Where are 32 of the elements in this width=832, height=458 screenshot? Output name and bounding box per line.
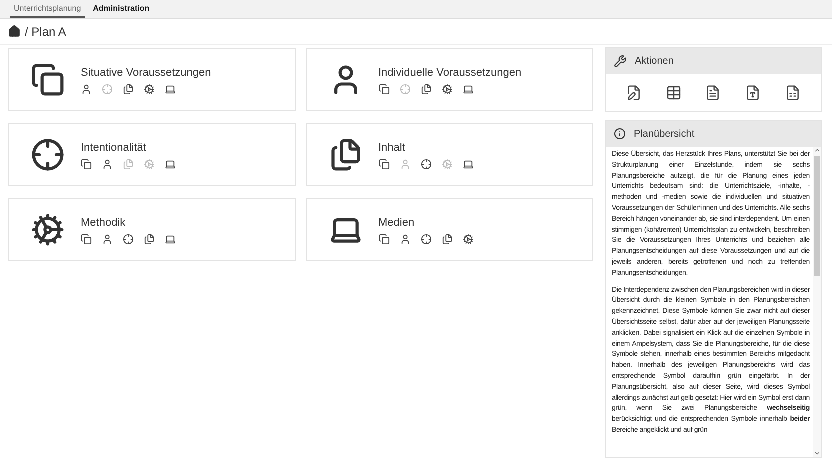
scroll-down-icon[interactable] [814,450,820,457]
area-title: Individuelle Voraussetzungen [378,66,522,80]
documents-icon [328,138,362,172]
gear-icon [31,212,65,246]
crosshair-icon [31,138,65,172]
wrench-icon [614,54,627,68]
table-icon[interactable] [666,84,682,100]
text-document-icon[interactable] [785,84,802,100]
scroll-up-icon[interactable] [814,147,820,154]
area-card[interactable]: Situative Voraussetzungen [8,48,296,111]
area-title: Medien [378,216,416,230]
breadcrumb-current: / Plan A [25,24,66,40]
pdf-document-icon[interactable] [705,84,722,100]
info-icon [614,128,626,140]
area-title: Methodik [81,216,127,230]
area-card[interactable]: Medien [306,198,593,261]
stacked-squares-icon [31,62,65,96]
home-icon[interactable] [8,25,21,38]
area-card[interactable]: Intentionalität [8,123,296,186]
area-title: Situative Voraussetzungen [81,66,212,80]
area-card[interactable]: Individuelle Voraussetzungen [306,48,593,111]
edit-document-icon[interactable] [626,84,642,100]
scroll-thumb[interactable] [814,156,820,276]
area-title: Inhalt [378,140,406,156]
area-title: Intentionalität [81,140,148,156]
word-document-icon[interactable] [745,84,762,100]
area-card[interactable]: Inhalt [306,123,593,186]
area-card[interactable]: Methodik [8,198,296,261]
tab[interactable]: Administration [89,2,154,18]
panel-title: Planübersicht [634,128,695,142]
panel-title: Aktionen [635,54,674,68]
tab[interactable]: Unterrichtsplanung [10,2,86,18]
